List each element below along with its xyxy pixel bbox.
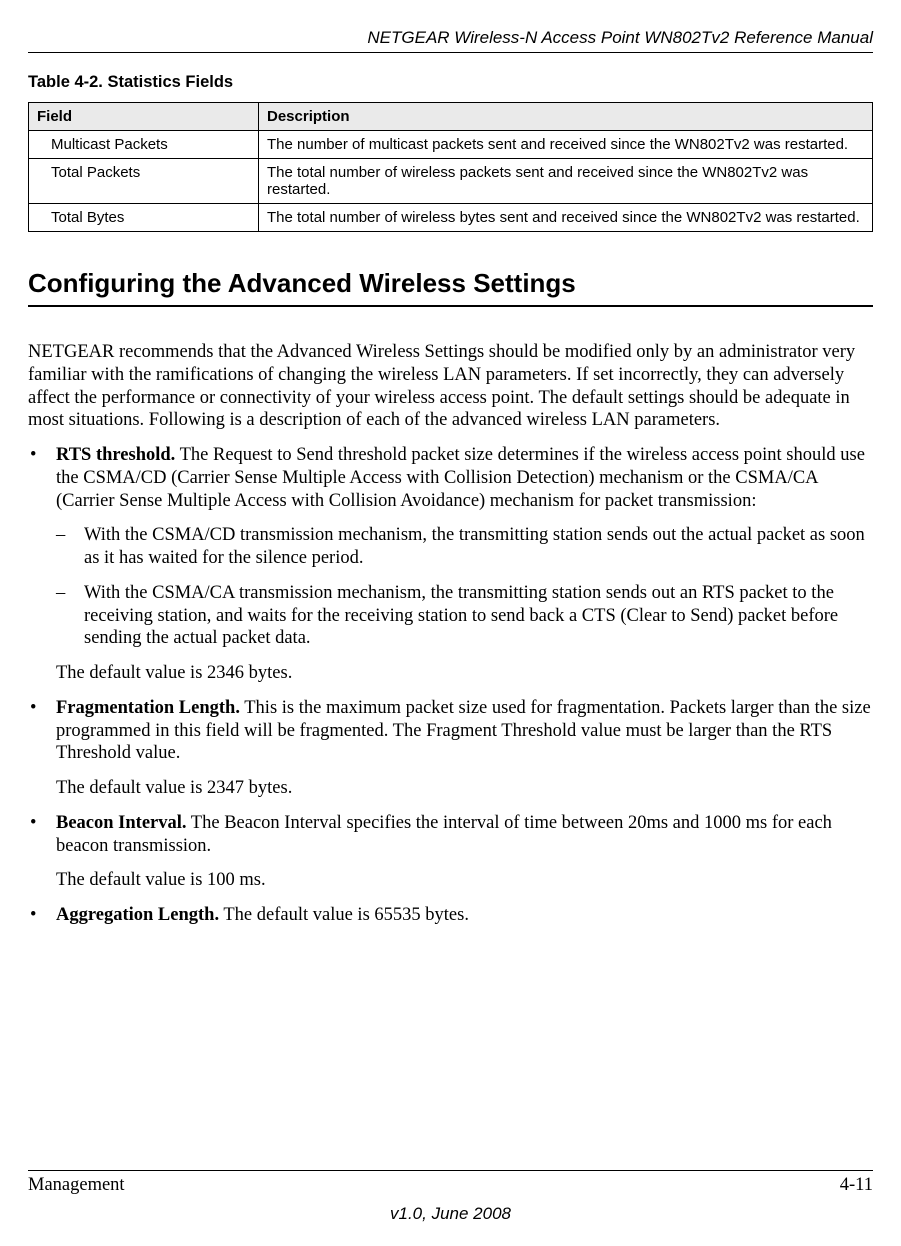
cell-description: The number of multicast packets sent and… — [259, 131, 873, 159]
list-item: Fragmentation Length. This is the maximu… — [28, 697, 873, 800]
item-text: The default value is 65535 bytes. — [219, 905, 469, 925]
default-value: The default value is 2347 bytes. — [56, 777, 873, 800]
list-item: Aggregation Length. The default value is… — [28, 904, 873, 927]
sub-list: With the CSMA/CD transmission mechanism,… — [56, 524, 873, 650]
running-header: NETGEAR Wireless-N Access Point WN802Tv2… — [28, 28, 873, 53]
footer-version: v1.0, June 2008 — [28, 1204, 873, 1224]
intro-paragraph: NETGEAR recommends that the Advanced Wir… — [28, 341, 873, 432]
cell-description: The total number of wireless packets sen… — [259, 159, 873, 204]
default-value: The default value is 100 ms. — [56, 869, 873, 892]
table-row: Multicast Packets The number of multicas… — [29, 131, 873, 159]
term-fragmentation-length: Fragmentation Length. — [56, 698, 240, 718]
cell-field: Total Packets — [29, 159, 259, 204]
default-value: The default value is 2346 bytes. — [56, 662, 873, 685]
footer-page-number: 4-11 — [840, 1175, 873, 1196]
term-beacon-interval: Beacon Interval. — [56, 813, 187, 833]
parameters-list: RTS threshold. The Request to Send thres… — [28, 444, 873, 927]
item-text: The Request to Send threshold packet siz… — [56, 445, 865, 511]
sub-list-item: With the CSMA/CD transmission mechanism,… — [56, 524, 873, 570]
list-item: RTS threshold. The Request to Send thres… — [28, 444, 873, 685]
table-row: Total Bytes The total number of wireless… — [29, 204, 873, 232]
col-field: Field — [29, 103, 259, 131]
cell-field: Multicast Packets — [29, 131, 259, 159]
table-caption: Table 4-2. Statistics Fields — [28, 73, 873, 92]
list-item: Beacon Interval. The Beacon Interval spe… — [28, 812, 873, 892]
cell-field: Total Bytes — [29, 204, 259, 232]
term-rts-threshold: RTS threshold. — [56, 445, 175, 465]
col-description: Description — [259, 103, 873, 131]
sub-list-item: With the CSMA/CA transmission mechanism,… — [56, 582, 873, 650]
statistics-fields-table: Field Description Multicast Packets The … — [28, 102, 873, 232]
term-aggregation-length: Aggregation Length. — [56, 905, 219, 925]
cell-description: The total number of wireless bytes sent … — [259, 204, 873, 232]
table-row: Total Packets The total number of wirele… — [29, 159, 873, 204]
page-footer: Management 4-11 v1.0, June 2008 — [28, 1170, 873, 1224]
table-header-row: Field Description — [29, 103, 873, 131]
footer-section-name: Management — [28, 1175, 125, 1196]
section-heading: Configuring the Advanced Wireless Settin… — [28, 268, 873, 307]
